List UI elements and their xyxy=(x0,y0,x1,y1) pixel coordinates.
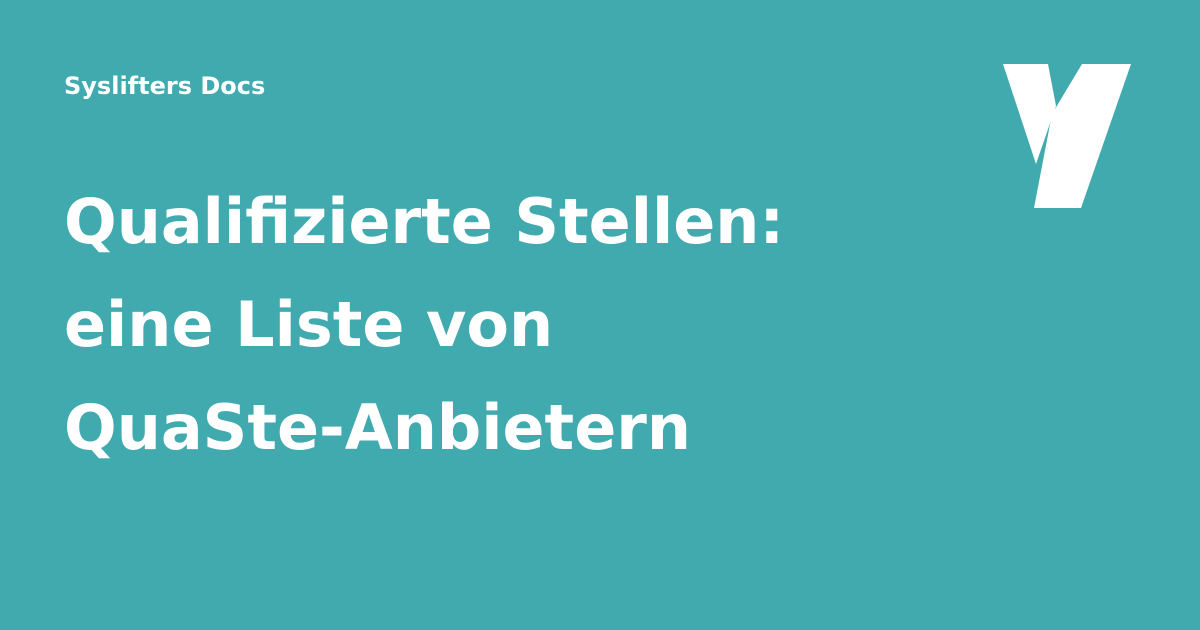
page-title-line-1: Qualifizierte Stellen: xyxy=(64,185,785,258)
page-title-line-2: eine Liste von xyxy=(64,288,554,361)
site-name: Syslifters Docs xyxy=(64,72,266,100)
page-title: Qualifizierte Stellen: eine Liste von Qu… xyxy=(64,170,964,479)
syslifters-y-logo-icon xyxy=(1003,64,1131,208)
social-card: Syslifters Docs Qualifizierte Stellen: e… xyxy=(0,0,1200,630)
page-title-line-3: QuaSte-Anbietern xyxy=(64,391,691,464)
